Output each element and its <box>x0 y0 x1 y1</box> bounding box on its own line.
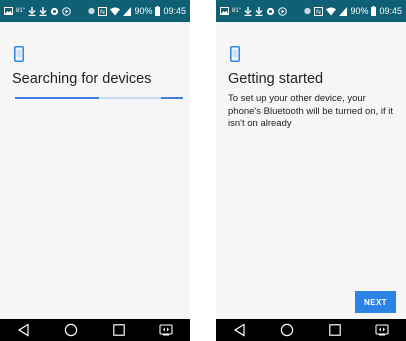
wifi-icon <box>326 7 337 16</box>
download-icon <box>244 6 252 16</box>
gallery-icon <box>220 7 229 15</box>
home-icon[interactable] <box>277 320 297 340</box>
phone-icon <box>14 46 24 62</box>
next-button[interactable]: NEXT <box>355 291 396 313</box>
navigation-bar <box>216 319 406 341</box>
download-icon <box>255 6 263 16</box>
play-icon <box>62 6 71 16</box>
bluetooth-icon <box>304 6 312 16</box>
status-time: 09:45 <box>163 6 186 16</box>
screen-content: Getting started To set up your other dev… <box>216 22 406 319</box>
signal-icon <box>339 6 348 16</box>
bluetooth-icon <box>88 6 96 16</box>
progress-segment-primary <box>15 97 99 99</box>
back-icon[interactable] <box>230 320 250 340</box>
status-right-icons: N 90% 09:45 <box>88 6 186 16</box>
temperature-icon: 81° <box>232 8 242 14</box>
gallery-icon <box>4 7 13 15</box>
nfc-icon: N <box>314 6 324 16</box>
svg-text:N: N <box>101 9 106 16</box>
recents-icon[interactable] <box>325 320 345 340</box>
download-icon <box>39 6 47 16</box>
battery-icon <box>155 6 161 16</box>
battery-percent: 90% <box>134 6 153 16</box>
getting-started-title: Getting started <box>228 71 324 87</box>
searching-title: Searching for devices <box>12 71 152 87</box>
svg-text:N: N <box>317 9 322 16</box>
status-right-icons: N 90% 09:45 <box>304 6 402 16</box>
nfc-icon: N <box>98 6 108 16</box>
download-icon <box>28 6 36 16</box>
signal-icon <box>123 6 132 16</box>
battery-percent: 90% <box>350 6 369 16</box>
home-icon[interactable] <box>61 320 81 340</box>
status-bar: 81° N 90% 09:45 <box>216 0 406 22</box>
screen-mirror-icon[interactable] <box>156 320 176 340</box>
left-phone-screen: 81° N 90% 09:45 Searching for devices <box>0 0 190 341</box>
circle-icon <box>50 7 59 16</box>
status-bar: 81° N 90% 09:45 <box>0 0 190 22</box>
circle-icon <box>266 7 275 16</box>
battery-icon <box>371 6 377 16</box>
wifi-icon <box>110 7 121 16</box>
temperature-icon: 81° <box>16 8 26 14</box>
setup-description: To set up your other device, your phone'… <box>228 93 394 129</box>
navigation-bar <box>0 319 190 341</box>
search-progress-bar <box>15 97 183 99</box>
right-phone-screen: 81° N 90% 09:45 Getting started To set u… <box>216 0 406 341</box>
back-icon[interactable] <box>14 320 34 340</box>
play-icon <box>278 6 287 16</box>
screen-mirror-icon[interactable] <box>372 320 392 340</box>
screen-content: Searching for devices <box>0 22 190 319</box>
status-left-icons: 81° <box>4 6 71 16</box>
recents-icon[interactable] <box>109 320 129 340</box>
status-left-icons: 81° <box>220 6 287 16</box>
progress-segment-secondary <box>161 97 183 99</box>
status-time: 09:45 <box>379 6 402 16</box>
phone-icon <box>230 46 240 62</box>
